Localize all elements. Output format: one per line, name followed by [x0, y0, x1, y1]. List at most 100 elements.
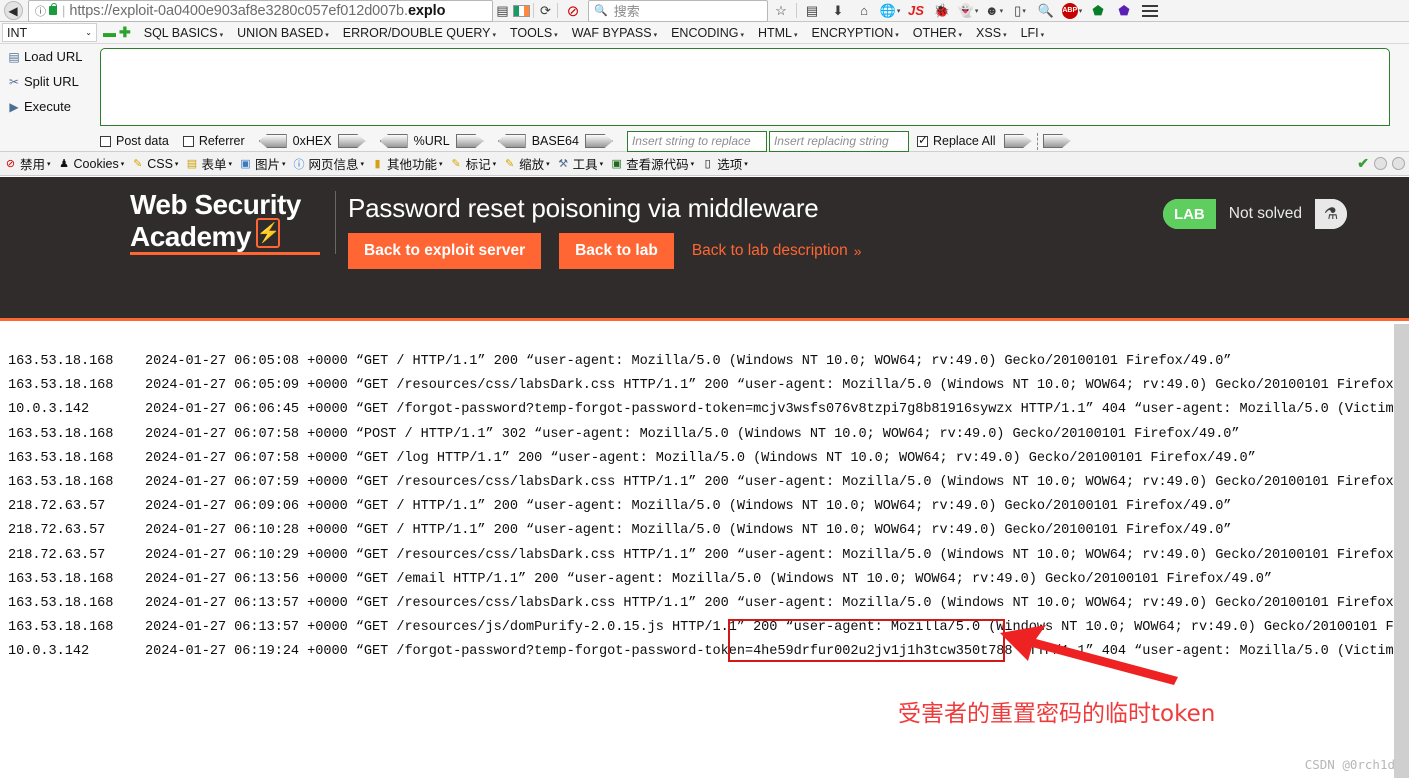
back-to-lab-description-link[interactable]: Back to lab description » [692, 242, 862, 260]
disable-icon: ⊘ [5, 158, 16, 170]
downloads-icon[interactable]: ⬇ [825, 0, 851, 22]
back-arrow-icon[interactable]: ◀ [0, 0, 26, 22]
load-url-button[interactable]: ▤ Load URL [0, 44, 96, 69]
shield-icon[interactable]: ⬟ [1111, 0, 1137, 22]
log-client-ip: 163.53.18.168 [8, 475, 114, 490]
arrow-left-icon[interactable] [497, 134, 526, 148]
chevron-down-icon: ▾ [281, 160, 286, 168]
hackbar-url-textarea[interactable] [100, 48, 1390, 126]
page-info-icon: ⓘ [293, 158, 305, 171]
replace-apply-arrow-icon[interactable] [1003, 134, 1032, 148]
post-data-checkbox[interactable]: Post data [100, 134, 169, 148]
split-url-button[interactable]: ✂ Split URL [0, 69, 96, 94]
devbar-item-cookies[interactable]: ♟ Cookies ▾ [54, 157, 128, 171]
hex-converter[interactable]: 0xHEX [258, 134, 366, 148]
back-to-lab-button[interactable]: Back to lab [559, 233, 674, 269]
url-text: https://exploit-0a0400e903af8e3280c057ef… [69, 2, 446, 19]
hackbar-menu-lfi[interactable]: LFI ▾ [1014, 26, 1052, 40]
log-request-text: 2024-01-27 06:07:58 +0000 “POST / HTTP/1… [145, 426, 1240, 442]
reader-mode-icon[interactable]: ▤ [493, 0, 512, 22]
back-to-exploit-server-button[interactable]: Back to exploit server [348, 233, 542, 269]
js-toggle-icon[interactable]: JS [903, 0, 929, 22]
status-ball-icon[interactable] [1392, 157, 1405, 170]
devbar-item-forms[interactable]: ▤ 表单 ▾ [181, 154, 235, 173]
devbar-item-outline[interactable]: ✎ 标记 ▾ [446, 154, 500, 173]
reload-icon[interactable]: ⟳ [536, 0, 555, 22]
referrer-label: Referrer [198, 134, 245, 148]
flag-icon[interactable] [512, 0, 531, 22]
devbar-item-disable[interactable]: ⊘ 禁用 ▾ [0, 154, 54, 173]
arrow-right-icon[interactable] [337, 134, 366, 148]
replace-search-input[interactable]: Insert string to replace [626, 130, 767, 152]
hackbar-type-select[interactable]: INT ⌄ [2, 23, 97, 42]
minus-icon[interactable]: ▬ [103, 25, 116, 40]
ghostery-icon[interactable]: 👻 ▾ [955, 0, 981, 22]
hackbar-menu-xss[interactable]: XSS ▾ [969, 26, 1014, 40]
hackbar-menu-waf-bypass[interactable]: WAF BYPASS ▾ [565, 26, 664, 40]
validate-check-icon[interactable]: ✔ [1357, 155, 1369, 172]
search-icon: 🔍 [594, 5, 608, 17]
back-to-lab-description-label: Back to lab description [691, 241, 848, 259]
user-agent-icon[interactable]: ☻ ▾ [981, 0, 1007, 22]
arrow-left-icon[interactable] [258, 134, 287, 148]
library-icon[interactable]: ▤ [799, 0, 825, 22]
hackbar-menu-encoding[interactable]: ENCODING ▾ [664, 26, 751, 40]
chevron-down-icon: ▾ [439, 160, 443, 168]
search-input[interactable]: 🔍 搜索 [588, 0, 768, 22]
devbar-item-tools[interactable]: ⚒ 工具 ▾ [553, 154, 607, 173]
arrow-right-icon[interactable] [455, 134, 484, 148]
referrer-checkbox[interactable]: Referrer [182, 134, 245, 148]
chevron-down-icon: ▾ [360, 160, 365, 168]
search-placeholder: 搜索 [613, 4, 640, 19]
split-url-icon: ✂ [8, 74, 20, 89]
info-circle-icon[interactable]: ⓘ [35, 3, 46, 19]
devbar-item-options[interactable]: ▯ 选项 ▾ [697, 154, 751, 173]
devbar-item-resize[interactable]: ✎ 缩放 ▾ [499, 154, 553, 173]
firebug-icon[interactable]: 🐞 [929, 0, 955, 22]
hex-label: 0xHEX [292, 134, 332, 148]
hackbar-menu-union-based[interactable]: UNION BASED ▾ [230, 26, 336, 40]
home-icon[interactable]: ⌂ [851, 0, 877, 22]
options-icon: ▯ [704, 158, 711, 170]
plus-icon[interactable]: ✚ [119, 24, 131, 41]
wappalyzer-icon[interactable]: ⬟ [1085, 0, 1111, 22]
status-ball-icon[interactable] [1374, 157, 1387, 170]
replace-extra-arrow-icon[interactable] [1042, 134, 1071, 148]
cookie-manager-icon[interactable]: ▯ ▾ [1007, 0, 1033, 22]
hackbar-menu-error-double-query[interactable]: ERROR/DOUBLE QUERY ▾ [336, 26, 503, 40]
web-security-academy-logo[interactable]: Web Security Academy ⚡ [130, 190, 325, 256]
url-converter[interactable]: %URL [379, 134, 484, 148]
arrow-left-icon[interactable] [379, 134, 408, 148]
vertical-scrollbar[interactable] [1394, 324, 1409, 778]
hackbar-menu-html[interactable]: HTML ▾ [751, 26, 805, 40]
browser-chrome: ◀ ⓘ | https://exploit-0a0400e903af8e3280… [0, 0, 1409, 22]
devbar-item-view-source[interactable]: ▣ 查看源代码 ▾ [606, 154, 697, 173]
noscript-icon[interactable]: ⊘ [560, 0, 586, 22]
hackbar-menu-sql-basics[interactable]: SQL BASICS ▾ [137, 26, 230, 40]
globe-icon[interactable]: 🌐 ▾ [877, 0, 903, 22]
execute-button[interactable]: ▶ Execute [0, 94, 96, 119]
replace-all-checkbox[interactable]: Replace All [916, 133, 996, 148]
hackbar-menu-tools[interactable]: TOOLS ▾ [503, 26, 565, 40]
hackbar-menu-encryption[interactable]: ENCRYPTION ▾ [805, 26, 906, 40]
hamburger-menu-icon[interactable] [1137, 0, 1163, 22]
star-icon[interactable]: ☆ [768, 0, 794, 22]
magnifier-icon[interactable]: 🔍 [1033, 0, 1059, 22]
annotation-note: 受害者的重置密码的临时token [898, 701, 1216, 727]
hackbar-menu-other[interactable]: OTHER ▾ [906, 26, 969, 40]
devbar-item-images[interactable]: ▣ 图片 ▾ [235, 154, 289, 173]
cookies-icon: ♟ [59, 158, 69, 170]
lab-header: Web Security Academy ⚡ Password reset po… [0, 177, 1409, 321]
adblock-plus-icon[interactable]: ABP ▾ [1059, 0, 1085, 22]
devbar-item-css[interactable]: ✎ CSS ▾ [127, 157, 181, 171]
base64-converter[interactable]: BASE64 [497, 134, 613, 148]
chevron-down-icon: ⌄ [85, 28, 92, 37]
header-divider [335, 191, 336, 254]
url-bar[interactable]: ⓘ | https://exploit-0a0400e903af8e3280c0… [28, 0, 493, 22]
split-url-label: Split URL [24, 74, 79, 89]
devbar-item-page-info[interactable]: ⓘ 网页信息 ▾ [289, 154, 368, 173]
replace-with-input[interactable]: Insert replacing string [768, 130, 909, 152]
chevron-down-icon: ▾ [546, 160, 550, 168]
arrow-right-icon[interactable] [584, 134, 613, 148]
devbar-item-misc[interactable]: ▮ 其他功能 ▾ [367, 154, 446, 173]
